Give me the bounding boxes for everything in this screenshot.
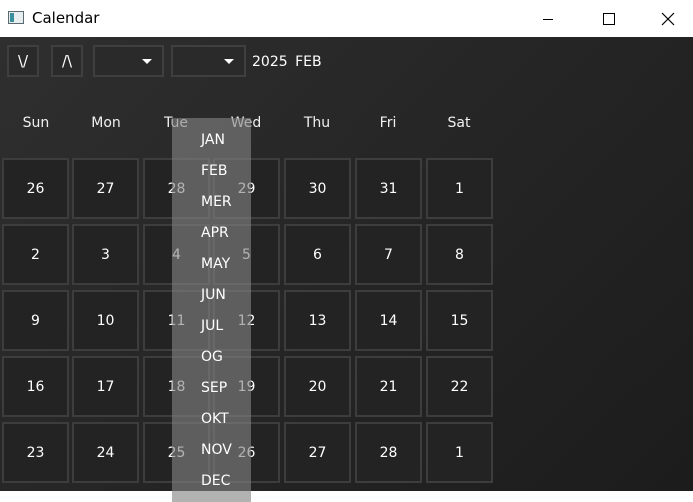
month-option[interactable]: JUL <box>201 318 223 334</box>
chevron-down-icon <box>142 59 152 64</box>
date-cell[interactable]: 20 <box>284 356 351 417</box>
date-cell[interactable]: 9 <box>2 290 69 351</box>
date-cell[interactable]: 1 <box>426 422 493 483</box>
calendar-content: \/ /\ 2025 FEB Sun Mon Tue Wed Thu Fri S… <box>0 37 693 502</box>
maximize-button[interactable] <box>586 0 632 37</box>
date-cell[interactable]: 27 <box>284 422 351 483</box>
window-title: Calendar <box>32 9 100 27</box>
title-bar: Calendar <box>0 0 693 37</box>
close-icon <box>661 12 675 25</box>
day-name: Fri <box>379 115 397 131</box>
close-button[interactable] <box>645 0 691 37</box>
date-cell[interactable]: 24 <box>72 422 139 483</box>
date-cell[interactable]: 16 <box>2 356 69 417</box>
month-option[interactable]: JAN <box>201 132 225 148</box>
month-option[interactable]: NOV <box>201 442 232 458</box>
maximize-icon <box>603 12 615 25</box>
month-option[interactable]: FEB <box>201 163 228 179</box>
date-cell[interactable]: 17 <box>72 356 139 417</box>
month-option[interactable]: DEC <box>201 473 230 489</box>
date-cell[interactable]: 1 <box>426 158 493 219</box>
date-cell[interactable]: 28 <box>355 422 422 483</box>
minimize-icon <box>543 18 553 20</box>
year-select[interactable] <box>93 45 164 77</box>
date-cell[interactable]: 10 <box>72 290 139 351</box>
month-select[interactable] <box>171 45 246 77</box>
date-cell[interactable]: 7 <box>355 224 422 285</box>
date-cell[interactable]: 8 <box>426 224 493 285</box>
date-cell[interactable]: 23 <box>2 422 69 483</box>
date-cell[interactable]: 15 <box>426 290 493 351</box>
day-name: Mon <box>91 115 121 131</box>
date-cell[interactable]: 31 <box>355 158 422 219</box>
date-cell[interactable]: 2 <box>2 224 69 285</box>
month-option[interactable]: MAY <box>201 256 230 272</box>
date-cell[interactable]: 13 <box>284 290 351 351</box>
day-name: Thu <box>303 115 331 131</box>
next-month-button[interactable]: /\ <box>51 45 83 77</box>
app-icon <box>8 11 24 24</box>
month-option[interactable]: APR <box>201 225 229 241</box>
date-cell[interactable]: 21 <box>355 356 422 417</box>
date-cell[interactable]: 27 <box>72 158 139 219</box>
month-dropdown: JAN FEB MER APR MAY JUN JUL OG SEP OKT N… <box>172 118 251 502</box>
previous-month-button[interactable]: \/ <box>7 45 39 77</box>
date-cell[interactable]: 26 <box>2 158 69 219</box>
date-cell[interactable]: 22 <box>426 356 493 417</box>
month-option[interactable]: JUN <box>201 287 226 303</box>
date-cell[interactable]: 30 <box>284 158 351 219</box>
month-option[interactable]: OKT <box>201 411 229 427</box>
day-name: Sun <box>22 115 50 131</box>
chevron-down-icon <box>224 59 234 64</box>
date-cell[interactable]: 6 <box>284 224 351 285</box>
current-month: FEB <box>295 54 322 70</box>
month-option[interactable]: SEP <box>201 380 227 396</box>
month-option[interactable]: OG <box>201 349 223 365</box>
month-option[interactable]: MER <box>201 194 232 210</box>
day-name: Sat <box>447 115 471 131</box>
minimize-button[interactable] <box>525 0 571 37</box>
current-year: 2025 <box>252 54 288 70</box>
date-cell[interactable]: 14 <box>355 290 422 351</box>
current-month-label: 2025 FEB <box>252 54 322 70</box>
date-cell[interactable]: 3 <box>72 224 139 285</box>
